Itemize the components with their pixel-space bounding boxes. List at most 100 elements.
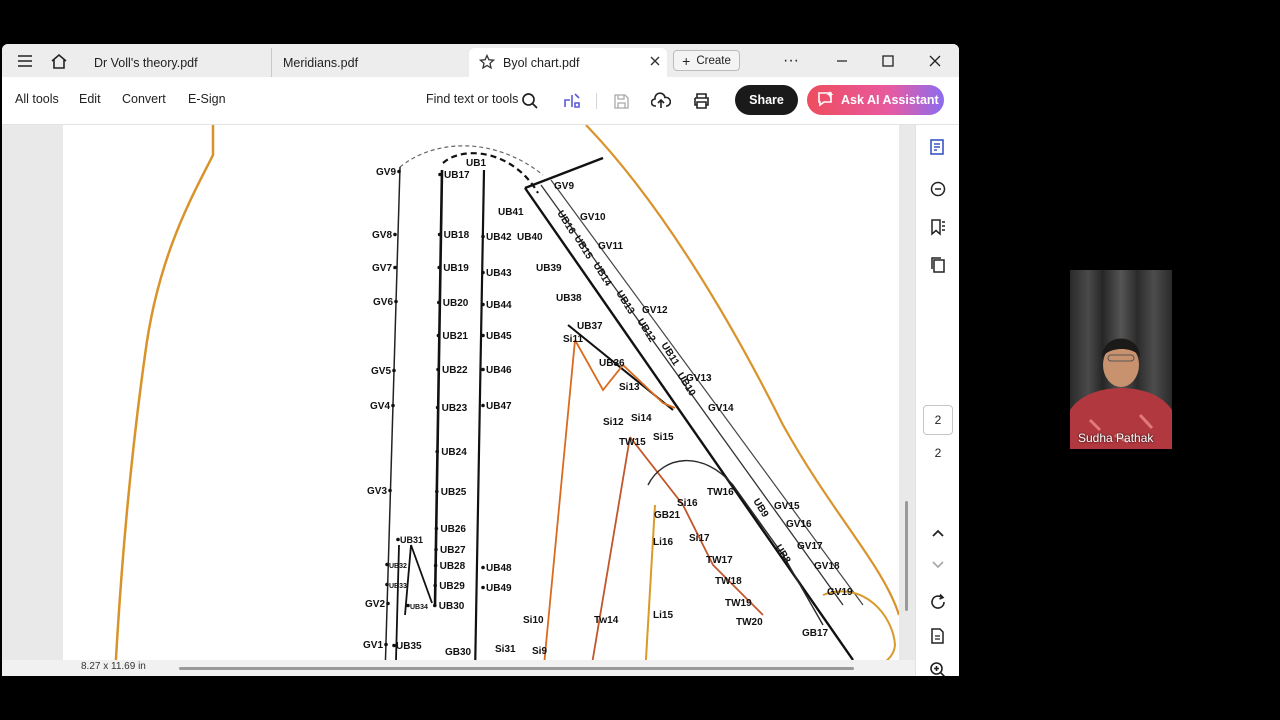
search-icon[interactable] xyxy=(518,89,542,113)
chart-point-ub_inner-9 xyxy=(434,526,439,531)
chart-label-ub_inner-3: UB20 xyxy=(443,298,469,309)
chart-label-si-3: Si14 xyxy=(631,413,652,424)
status-bar: 8.27 x 11.69 in xyxy=(2,660,915,676)
page-thumbnails-icon[interactable] xyxy=(925,252,951,278)
chart-point-gv-8 xyxy=(384,642,388,647)
chart-point-ub_outer-0 xyxy=(481,234,485,239)
chart-label-tw-3: TW18 xyxy=(715,576,742,587)
chevron-up-icon[interactable] xyxy=(925,520,951,546)
chevron-down-icon[interactable] xyxy=(925,552,951,578)
chart-label-ub_low-0: UB31 xyxy=(400,535,423,545)
chart-point-ub_low-4 xyxy=(392,643,396,648)
chart-label-gb-1: GB30 xyxy=(445,647,472,658)
toolbar: All tools Edit Convert E-Sign Find text … xyxy=(2,77,959,125)
save-icon[interactable] xyxy=(609,89,633,113)
chart-label-ub_inner-7: UB24 xyxy=(441,447,467,458)
right-body-outline xyxy=(585,125,899,616)
chart-label-si-4: Si15 xyxy=(653,432,674,443)
print-icon[interactable] xyxy=(689,89,713,113)
chart-point-gv-5 xyxy=(391,403,395,408)
chart-point-gv-3 xyxy=(394,299,398,304)
chart-point-gv-4 xyxy=(392,368,396,373)
chart-label-ub_outer-0: UB42 xyxy=(486,232,512,243)
close-window-button[interactable] xyxy=(912,44,958,77)
chart-label-gv-4: GV5 xyxy=(371,366,391,377)
chart-label-ub_outer-3: UB45 xyxy=(486,331,512,342)
minimize-button[interactable] xyxy=(819,44,865,77)
tab-bar: Dr Voll's theory.pdf Meridians.pdf Byol … xyxy=(2,44,959,77)
chart-label-tw-1: TW16 xyxy=(707,487,734,498)
chart-label-gb-0: GB21 xyxy=(654,510,681,521)
pdf-page: GV9 GV8 GV7 GV6 GV5 GV4 GV3 GV2 GV1 UB17 UB18 UB19 U… xyxy=(63,125,899,676)
comment-icon[interactable] xyxy=(925,176,951,202)
chart-label-diag_gv-8: GV17 xyxy=(797,541,823,552)
menu-e-sign[interactable]: E-Sign xyxy=(188,92,226,106)
comment-panel-icon[interactable] xyxy=(925,134,951,160)
chart-label-diag_gv-0: GV9 xyxy=(554,181,574,192)
chart-label-ub_outer-7: UB49 xyxy=(486,583,512,594)
chart-label-tw-4: TW19 xyxy=(725,598,752,609)
create-button[interactable]: + Create xyxy=(673,50,740,71)
ask-ai-assistant-button[interactable]: Ask AI Assistant xyxy=(807,85,944,115)
more-icon: ··· xyxy=(783,51,799,69)
bookmark-icon[interactable] xyxy=(925,214,951,240)
close-tab-icon[interactable] xyxy=(649,55,661,70)
more-options-button[interactable]: ··· xyxy=(768,44,814,77)
chart-label-ub_low-3: UB34 xyxy=(410,604,428,611)
home-icon[interactable] xyxy=(44,44,74,77)
chart-label-ub_outer-5: UB47 xyxy=(486,401,512,412)
chart-point-ub_inner-8 xyxy=(435,489,439,494)
chart-label-diag_ub-2: UB14 xyxy=(590,261,613,289)
chart-point-ub_outer-2 xyxy=(481,302,485,307)
chart-point-ub_inner-7 xyxy=(435,449,440,454)
tab-byol-chart[interactable]: Byol chart.pdf xyxy=(469,48,667,77)
chart-label-si-2: Si12 xyxy=(603,417,624,428)
chart-label-ub_top-1: UB41 xyxy=(498,207,524,218)
left-body-outline xyxy=(113,125,215,676)
participant-avatar xyxy=(1070,338,1172,449)
maximize-button[interactable] xyxy=(865,44,911,77)
upload-cloud-icon[interactable] xyxy=(649,89,673,113)
current-page-input[interactable]: 2 xyxy=(923,405,953,435)
participant-name: Sudha Pathak xyxy=(1078,431,1154,445)
chart-point-ub_inner-12 xyxy=(433,583,438,588)
chart-label-diag_gv-10: GV19 xyxy=(827,587,853,598)
menu-edit[interactable]: Edit xyxy=(79,92,101,106)
menu-all-tools[interactable]: All tools xyxy=(15,92,59,106)
document-viewport[interactable]: GV9 GV8 GV7 GV6 GV5 GV4 GV3 GV2 GV1 UB17 UB18 UB19 U… xyxy=(2,125,915,676)
chart-label-ub_inner-13: UB30 xyxy=(439,601,465,612)
current-page-number: 2 xyxy=(934,413,942,427)
chart-label-ub_outer-1: UB43 xyxy=(486,268,512,279)
meridian-chart: GV9 GV8 GV7 GV6 GV5 GV4 GV3 GV2 GV1 UB17 UB18 UB19 U… xyxy=(113,125,899,676)
chart-point-ub_inner-5 xyxy=(436,367,440,372)
li-meridian xyxy=(644,504,656,676)
horizontal-scrollbar[interactable] xyxy=(179,667,854,670)
refresh-icon[interactable] xyxy=(925,589,951,615)
zoom-in-icon[interactable] xyxy=(925,657,951,676)
chart-label-ub_inner-1: UB18 xyxy=(444,230,470,241)
ai-tools-icon[interactable] xyxy=(560,89,584,113)
chart-point-ub_inner-1 xyxy=(437,232,442,237)
find-text-label[interactable]: Find text or tools xyxy=(426,92,518,106)
tab-meridians[interactable]: Meridians.pdf xyxy=(272,48,468,77)
chart-label-ub_inner-0: UB17 xyxy=(444,170,470,181)
share-button[interactable]: Share xyxy=(735,85,798,115)
chart-label-diag_gv-9: GV18 xyxy=(814,561,840,572)
chart-label-diag_gv-3: GV12 xyxy=(642,305,668,316)
chart-point-ub_outer-1 xyxy=(481,270,485,275)
chart-label-si-1: Si13 xyxy=(619,382,640,393)
chart-label-gv-8: GV1 xyxy=(363,640,383,651)
chart-point-ub_inner-2 xyxy=(437,265,442,270)
menu-icon[interactable] xyxy=(10,44,40,77)
star-icon[interactable] xyxy=(478,53,496,73)
fit-page-icon[interactable] xyxy=(925,623,951,649)
chart-point-ub_outer-5 xyxy=(481,403,485,408)
create-label: Create xyxy=(696,54,731,67)
chart-label-si-9: Si31 xyxy=(495,644,516,655)
menu-convert[interactable]: Convert xyxy=(122,92,166,106)
chart-point-ub_outer-4 xyxy=(481,367,485,372)
tab-dr-volls-theory[interactable]: Dr Voll's theory.pdf xyxy=(76,48,272,77)
vertical-scrollbar[interactable] xyxy=(905,501,908,611)
chart-label-diag_ub-3: UB13 xyxy=(613,289,636,317)
chart-label-gv-0: GV9 xyxy=(376,167,396,178)
